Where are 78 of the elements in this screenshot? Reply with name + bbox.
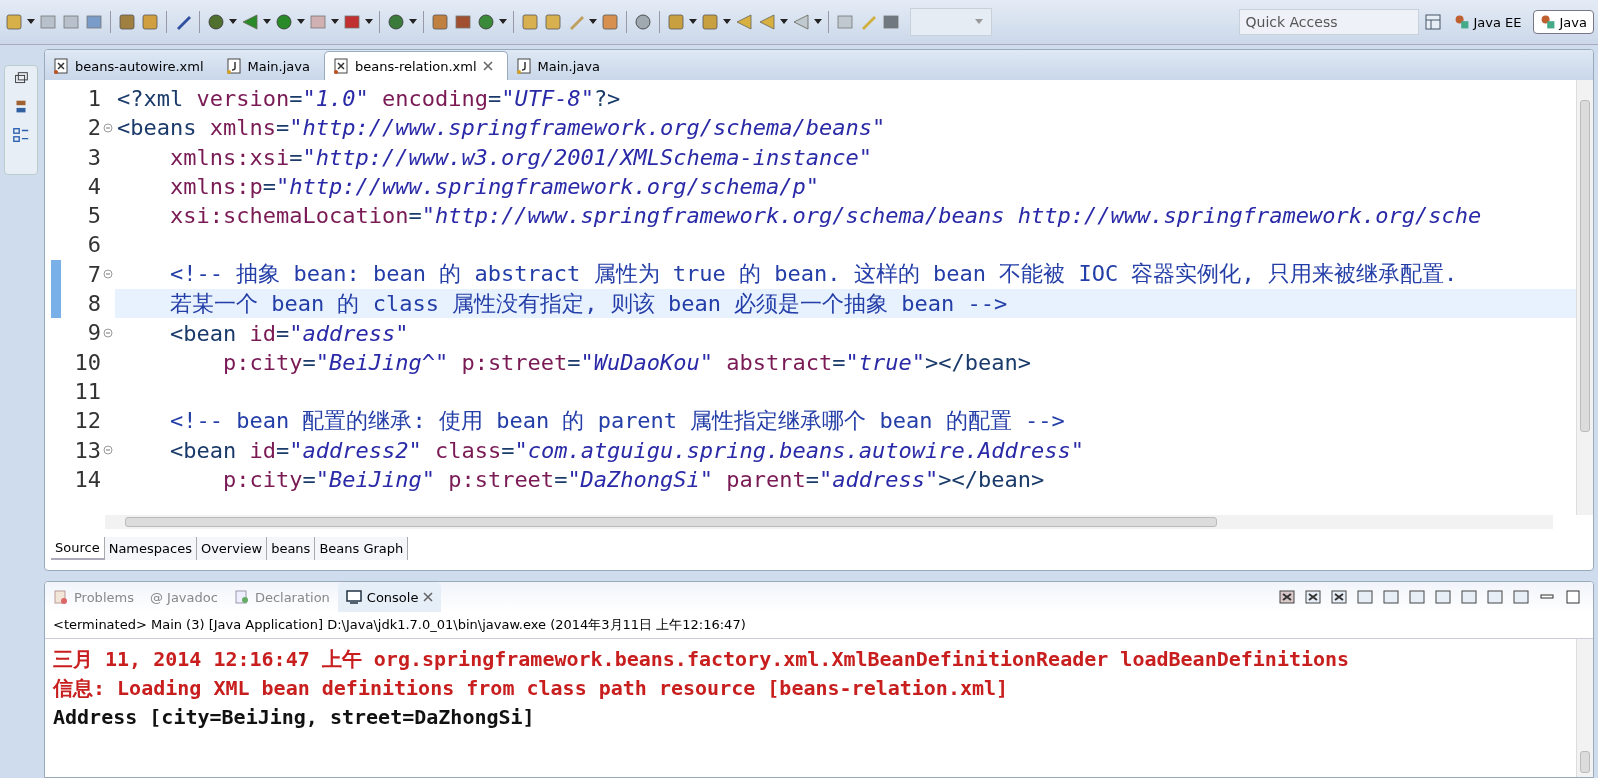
dropdown-caret-icon[interactable]: [723, 19, 731, 25]
vertical-scrollbar[interactable]: [1576, 80, 1593, 515]
editor-tab[interactable]: beans-autowire.xml: [45, 52, 218, 80]
code-line: xmlns:xsi="http://www.w3.org/2001/XMLSchema-instance": [168, 144, 872, 170]
stop-icon[interactable]: [1277, 587, 1297, 607]
dropdown-caret-icon[interactable]: [229, 19, 237, 25]
code-line: <bean id="address": [168, 320, 409, 346]
view-tab[interactable]: @ Javadoc: [141, 582, 226, 612]
perspective-button[interactable]: Java EE: [1446, 10, 1529, 34]
editor-tab[interactable]: Main.java: [217, 52, 324, 80]
page-tab[interactable]: Namespaces: [104, 537, 197, 560]
editor-tab[interactable]: Main.java: [507, 52, 614, 80]
perspective-icon: [1539, 14, 1556, 30]
code-line: xsi:schemaLocation="http://www.springframework.org/schema/beans http://www.springframework.org/sche: [168, 203, 1482, 229]
tab-label: Console: [366, 589, 419, 605]
tab-label: beans-autowire.xml: [75, 58, 204, 74]
dropdown-caret-icon[interactable]: [689, 19, 697, 25]
view-tab[interactable]: Declaration: [225, 582, 338, 612]
remove-all-icon[interactable]: [1329, 587, 1349, 607]
code-line: <!-- 抽象 bean: bean 的 abstract 属性为 true 的 bean. 这样的 bean 不能被 IOC 容器实例化, 只用来被继承配置.: [168, 260, 1458, 289]
console-icon: [345, 589, 362, 605]
vertical-scrollbar[interactable]: [1576, 639, 1593, 777]
dropdown-caret-icon[interactable]: [263, 19, 271, 25]
console-line: 信息: Loading XML bean definitions from class path resource [beans-relation.xml]: [53, 675, 1010, 702]
tab-label: Main.java: [537, 58, 600, 74]
outline-icon[interactable]: [12, 126, 30, 144]
xml-file-icon: [333, 58, 349, 74]
console-line: Address [city=BeiJing, street=DaZhongSi]: [53, 704, 536, 731]
print-icon[interactable]: [84, 12, 104, 32]
maximize-icon[interactable]: [1563, 587, 1583, 607]
view-tab[interactable]: Problems: [45, 582, 142, 612]
dropdown-field[interactable]: [910, 8, 992, 36]
problems-icon: [53, 589, 69, 605]
code-line: <?xml version="1.0" encoding="UTF-8"?>: [116, 86, 621, 112]
code-line: p:city="BeiJing^" p:street="WuDaoKou" abstract="true"></bean>: [221, 349, 1031, 375]
dropdown-caret-icon[interactable]: [365, 19, 373, 25]
dropdown-caret-icon[interactable]: [814, 19, 822, 25]
fold-toggle-icon[interactable]: [103, 328, 113, 338]
dropdown-caret-icon[interactable]: [331, 19, 339, 25]
fold-toggle-icon[interactable]: [103, 122, 113, 133]
code-line: <bean id="address2" class="com.atguigu.spring.beans.autowire.Address": [168, 437, 1084, 463]
close-icon[interactable]: [423, 592, 434, 602]
view-tab[interactable]: Console: [337, 582, 442, 612]
editor-tab[interactable]: beans-relation.xml: [324, 51, 508, 80]
java-file-icon: [225, 58, 242, 74]
fold-toggle-icon[interactable]: [103, 445, 113, 456]
horizontal-scrollbar[interactable]: [105, 515, 1553, 529]
code-line: p:city="BeiJing" p:street="DaZhongSi" parent="address"></bean>: [221, 467, 1045, 492]
page-tab[interactable]: Overview: [196, 537, 268, 560]
declaration-icon: [233, 589, 250, 605]
xml-file-icon: [53, 58, 69, 74]
dropdown-caret-icon[interactable]: [589, 19, 597, 25]
tab-label: Declaration: [254, 589, 330, 605]
tab-label: Problems: [74, 589, 134, 605]
tab-label: Main.java: [247, 58, 310, 74]
tab-label: @ Javadoc: [149, 589, 218, 605]
quick-access-field[interactable]: Quick Access: [1238, 9, 1419, 35]
console-line: 三月 11, 2014 12:16:47 上午 org.springframework.beans.factory.xml.XmlBeanDefinitionReader loadBeanDefinitions: [53, 646, 1351, 673]
perspective-icon: [1453, 14, 1470, 30]
dropdown-caret-icon[interactable]: [409, 19, 417, 25]
page-tab[interactable]: Beans Graph: [315, 537, 409, 560]
dropdown-caret-icon[interactable]: [499, 19, 507, 25]
perspective-button[interactable]: Java: [1532, 10, 1594, 34]
dropdown-caret-icon[interactable]: [780, 19, 788, 25]
open-perspective-icon[interactable]: [1422, 12, 1443, 32]
dropdown-caret-icon[interactable]: [297, 19, 305, 25]
code-line: <!-- bean 配置的继承: 使用 bean 的 parent 属性指定继承哪个 bean 的配置 -->: [168, 406, 1065, 435]
java-file-icon: [515, 58, 532, 74]
code-line: <beans xmlns="http://www.springframework.org/schema/beans": [116, 115, 886, 141]
page-tab[interactable]: beans: [267, 537, 316, 560]
tab-label: beans-relation.xml: [355, 58, 477, 74]
code-line: xmlns:p="http://www.springframework.org/schema/p": [168, 174, 819, 200]
console-header: <terminated> Main (3) [Java Application] D:\Java\jdk1.7.0_01\bin\javaw.exe (2014年3月11日 上午12:16:47): [45, 612, 1593, 639]
page-tab[interactable]: Source: [51, 537, 105, 560]
close-icon[interactable]: [482, 61, 493, 71]
fold-toggle-icon[interactable]: [103, 269, 113, 280]
dropdown-caret-icon[interactable]: [27, 19, 35, 25]
remove-icon[interactable]: [1303, 587, 1323, 607]
